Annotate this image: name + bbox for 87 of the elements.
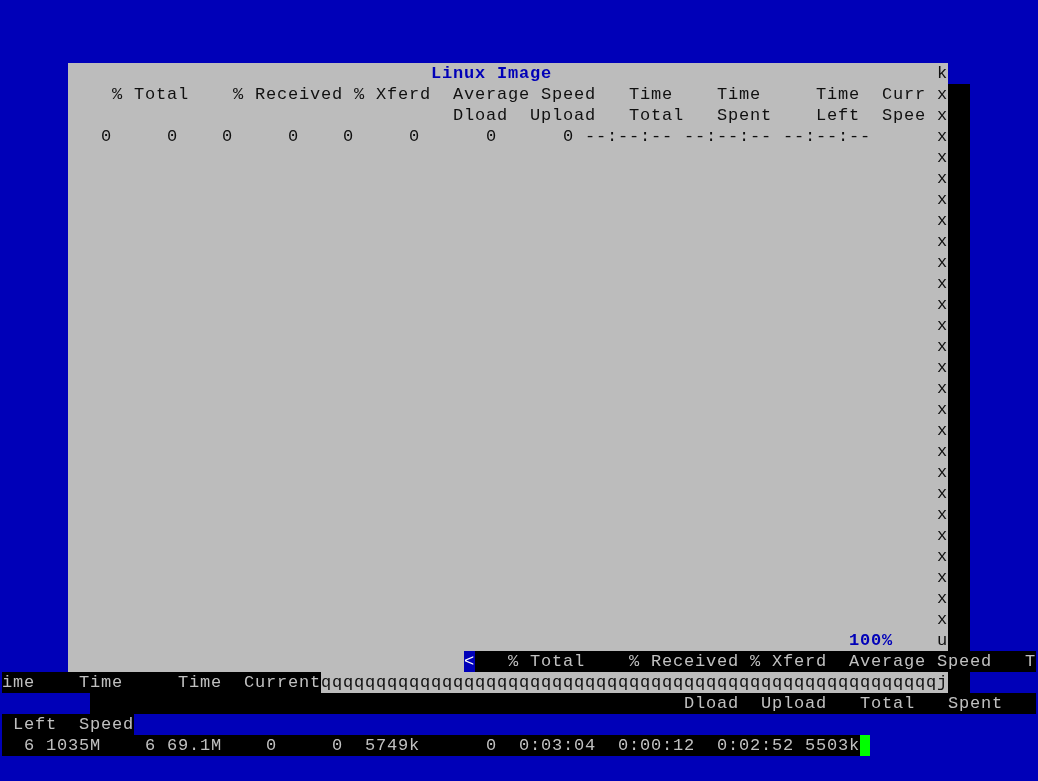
column-header: Curr: [882, 84, 926, 105]
border-char: x: [937, 336, 948, 357]
column-header: Total: [629, 105, 684, 126]
column-header: Average: [453, 84, 530, 105]
terminal-text: Total: [860, 693, 915, 714]
border-char: x: [937, 525, 948, 546]
value-text: 0: [101, 126, 112, 147]
terminal-text: Time: [79, 672, 123, 693]
column-header: % Total: [112, 84, 189, 105]
column-header: Left: [816, 105, 860, 126]
column-header: Time: [629, 84, 673, 105]
value-text: 69.1M: [167, 735, 222, 756]
terminal-text: % Received: [629, 651, 739, 672]
border-char: x: [937, 105, 948, 126]
value-text: 5503k: [805, 735, 860, 756]
border-char: u: [937, 630, 948, 651]
border-char: x: [937, 252, 948, 273]
column-header: Upload: [530, 105, 596, 126]
terminal-text: ime: [2, 672, 35, 693]
column-header: % Received: [233, 84, 343, 105]
value-text: --:--:--: [585, 126, 673, 147]
border-char: x: [937, 483, 948, 504]
value-text: 0: [332, 735, 343, 756]
border-char: x: [937, 189, 948, 210]
value-text: 0:03:04: [519, 735, 596, 756]
border-char: x: [937, 273, 948, 294]
terminal-text: Average: [849, 651, 926, 672]
value-text: 1035M: [46, 735, 101, 756]
cursor: [860, 735, 870, 756]
value-text: 5749k: [365, 735, 420, 756]
terminal-text: Left: [13, 714, 57, 735]
value-text: 0: [486, 735, 497, 756]
border-char: k: [937, 63, 948, 84]
value-text: 0: [343, 126, 354, 147]
column-header: Spent: [717, 105, 772, 126]
border-char: x: [937, 420, 948, 441]
column-header: Dload: [453, 105, 508, 126]
border-char: x: [937, 315, 948, 336]
border-char: x: [937, 231, 948, 252]
border-char: x: [937, 504, 948, 525]
value-text: 0: [266, 735, 277, 756]
border-char: x: [937, 441, 948, 462]
dialog-title: Linux Image: [431, 63, 552, 84]
terminal-text: Time: [178, 672, 222, 693]
arrow-text: <: [464, 651, 475, 672]
value-text: --:--:--: [684, 126, 772, 147]
value-text: 0:00:12: [618, 735, 695, 756]
column-header: % Xferd: [354, 84, 431, 105]
value-text: 0: [486, 126, 497, 147]
border-char: x: [937, 168, 948, 189]
column-header: Time: [816, 84, 860, 105]
border-char: x: [937, 378, 948, 399]
terminal-text: Dload: [684, 693, 739, 714]
border-char: x: [937, 462, 948, 483]
value-text: 0:02:52: [717, 735, 794, 756]
value-text: 0: [288, 126, 299, 147]
value-text: 6: [145, 735, 156, 756]
border-char: x: [937, 609, 948, 630]
column-header: Spee: [882, 105, 926, 126]
terminal-text: % Total: [508, 651, 585, 672]
terminal-text: Spent: [948, 693, 1003, 714]
value-text: 6: [24, 735, 35, 756]
value-text: 0: [563, 126, 574, 147]
terminal-text: Current: [244, 672, 321, 693]
line-drawing-text: qqqqqqqqqqqqqqqqqqqqqqqqqqqqqqqqqqqqqqqqqqqqqqqqqqqqqqqqj: [321, 672, 948, 693]
column-header: Speed: [541, 84, 596, 105]
border-char: x: [937, 546, 948, 567]
border-char: x: [937, 210, 948, 231]
column-header: Time: [717, 84, 761, 105]
border-char: x: [937, 567, 948, 588]
border-char: x: [937, 126, 948, 147]
border-char: x: [937, 357, 948, 378]
value-text: 0: [222, 126, 233, 147]
terminal-text: % Xferd: [750, 651, 827, 672]
progress-percent: 100%: [849, 630, 893, 651]
border-char: x: [937, 84, 948, 105]
value-text: 0: [409, 126, 420, 147]
terminal-text: Speed: [79, 714, 134, 735]
terminal-text: Speed: [937, 651, 992, 672]
value-text: --:--:--: [783, 126, 871, 147]
border-char: x: [937, 399, 948, 420]
border-char: x: [937, 588, 948, 609]
border-char: x: [937, 294, 948, 315]
border-char: x: [937, 147, 948, 168]
terminal-text: Upload: [761, 693, 827, 714]
terminal-text: T: [1025, 651, 1036, 672]
value-text: 0: [167, 126, 178, 147]
